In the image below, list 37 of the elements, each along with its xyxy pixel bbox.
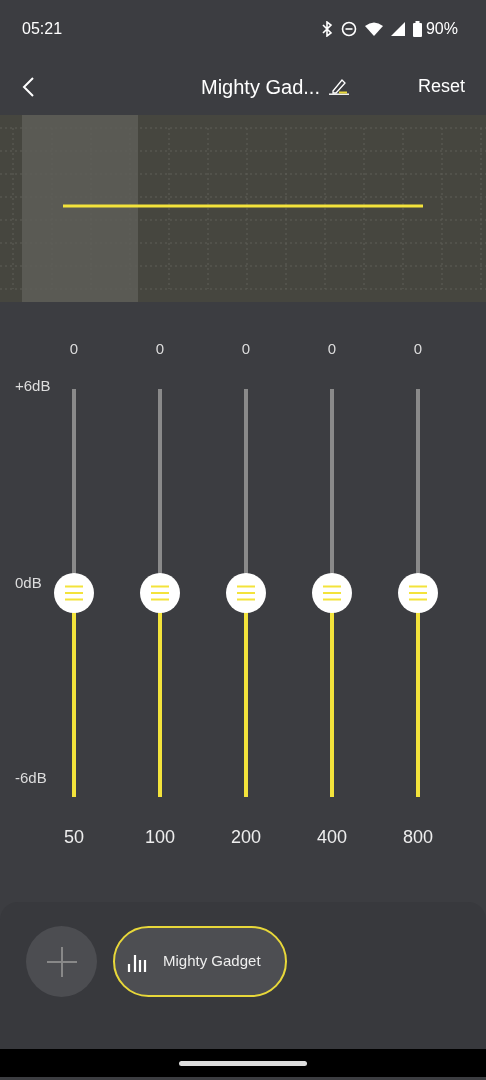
battery-icon <box>412 21 422 37</box>
slider-thumb[interactable] <box>312 573 352 613</box>
gain-value: 0 <box>154 339 166 359</box>
grip-icon <box>65 585 83 601</box>
home-indicator[interactable] <box>179 1060 307 1066</box>
gain-value: 0 <box>240 339 252 359</box>
frequency-label: 50 <box>63 826 85 849</box>
slider-thumb[interactable] <box>54 573 94 613</box>
frequency-label: 100 <box>143 826 176 849</box>
frequency-label: 800 <box>401 826 434 849</box>
status-time: 05:21 <box>22 19 63 39</box>
scale-label: 0dB <box>15 573 42 593</box>
back-icon[interactable] <box>22 76 34 97</box>
frequency-label: 200 <box>229 826 262 849</box>
bluetooth-icon <box>320 21 333 37</box>
scale-label: -6dB <box>15 768 47 788</box>
edit-icon[interactable] <box>327 77 350 96</box>
wifi-icon <box>364 22 383 36</box>
gain-value: 0 <box>326 339 338 359</box>
reset-button[interactable]: Reset <box>416 72 466 101</box>
plus-icon <box>46 946 77 977</box>
gain-value: 0 <box>412 339 424 359</box>
gain-value: 0 <box>68 339 80 359</box>
grip-icon <box>237 585 255 601</box>
frequency-label: 400 <box>315 826 348 849</box>
grip-icon <box>151 585 169 601</box>
battery-percentage: 90% <box>425 19 458 39</box>
scale-label: +6dB <box>15 376 51 396</box>
slider-thumb[interactable] <box>398 573 438 613</box>
grip-icon <box>323 585 341 601</box>
slider-thumb[interactable] <box>140 573 180 613</box>
do-not-disturb-icon <box>340 21 357 37</box>
slider-thumb[interactable] <box>226 573 266 613</box>
signal-icon <box>390 22 405 36</box>
preset-chip[interactable]: Mighty Gadget <box>113 926 287 997</box>
grip-icon <box>409 585 427 601</box>
screen-title: Mighty Gad... <box>201 74 320 100</box>
